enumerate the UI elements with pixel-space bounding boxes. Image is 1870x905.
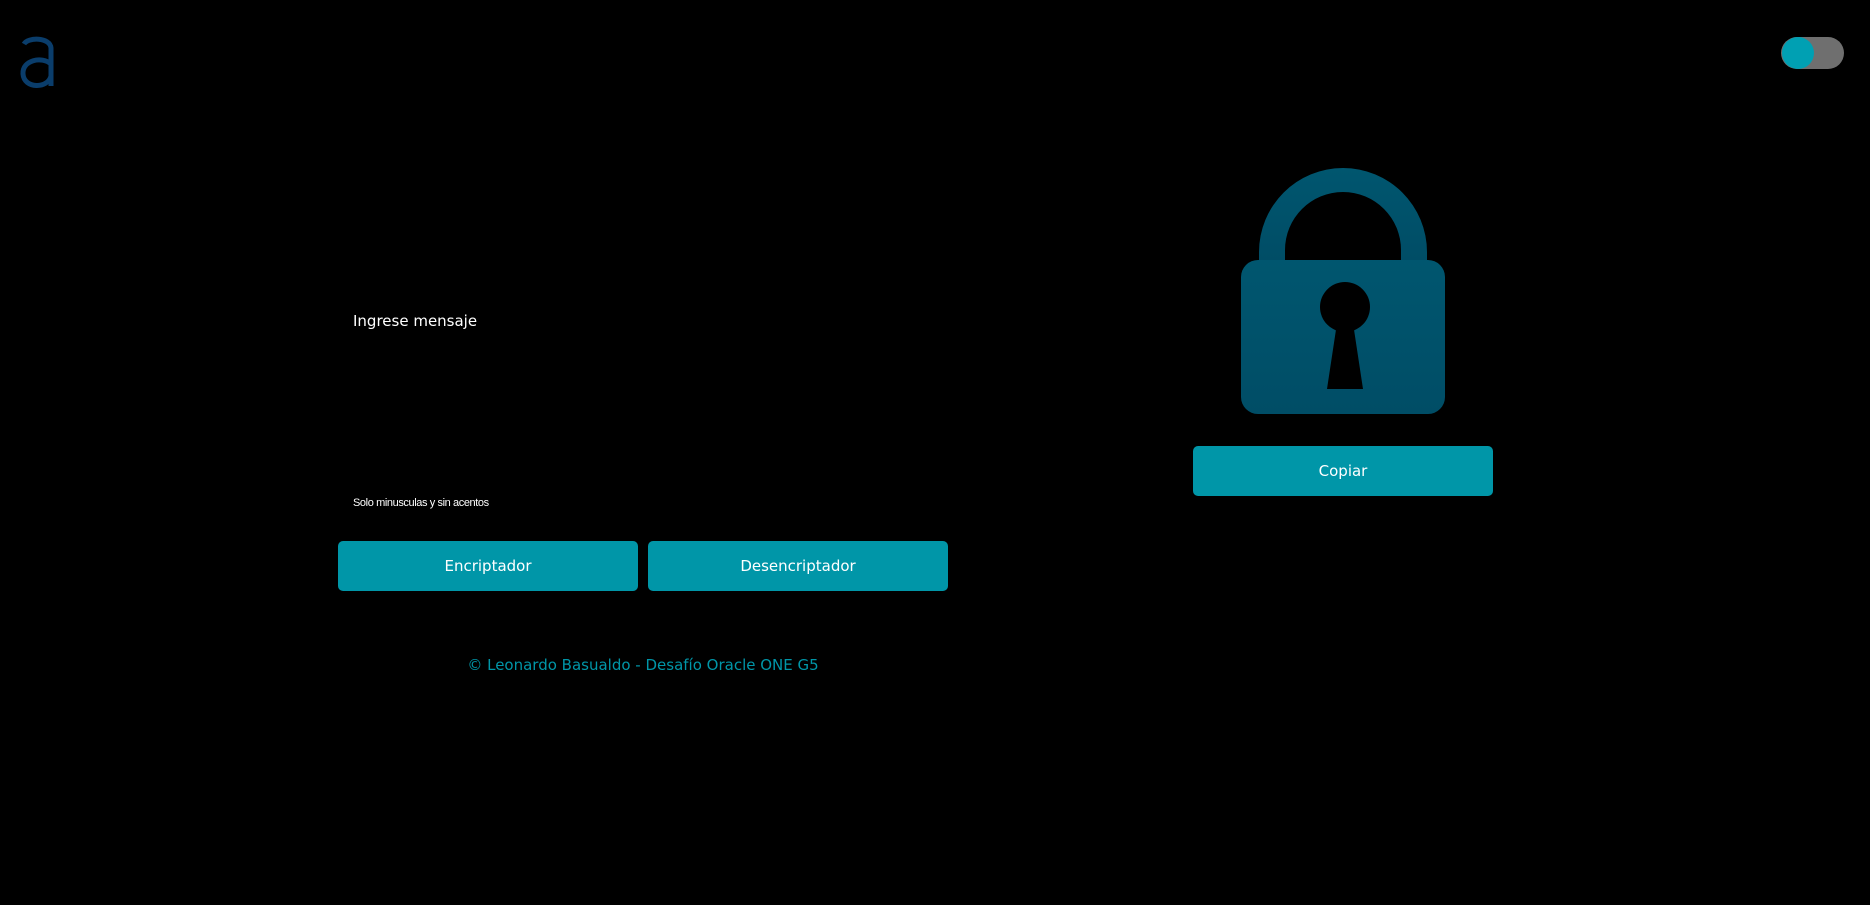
encrypt-button[interactable]: Encriptador <box>338 541 638 591</box>
decrypt-button[interactable]: Desencriptador <box>648 541 948 591</box>
lock-icon <box>1241 168 1445 414</box>
toggle-knob-icon <box>1782 37 1814 69</box>
theme-toggle[interactable] <box>1781 37 1844 69</box>
footer-credit: © Leonardo Basualdo - Desafío Oracle ONE… <box>467 656 819 674</box>
copy-button[interactable]: Copiar <box>1193 446 1493 496</box>
alura-logo-icon[interactable] <box>18 34 58 90</box>
input-hint: Solo minusculas y sin acentos <box>353 497 489 509</box>
app-page: Solo minusculas y sin acentos Encriptado… <box>0 0 1870 905</box>
message-input[interactable] <box>338 300 948 480</box>
